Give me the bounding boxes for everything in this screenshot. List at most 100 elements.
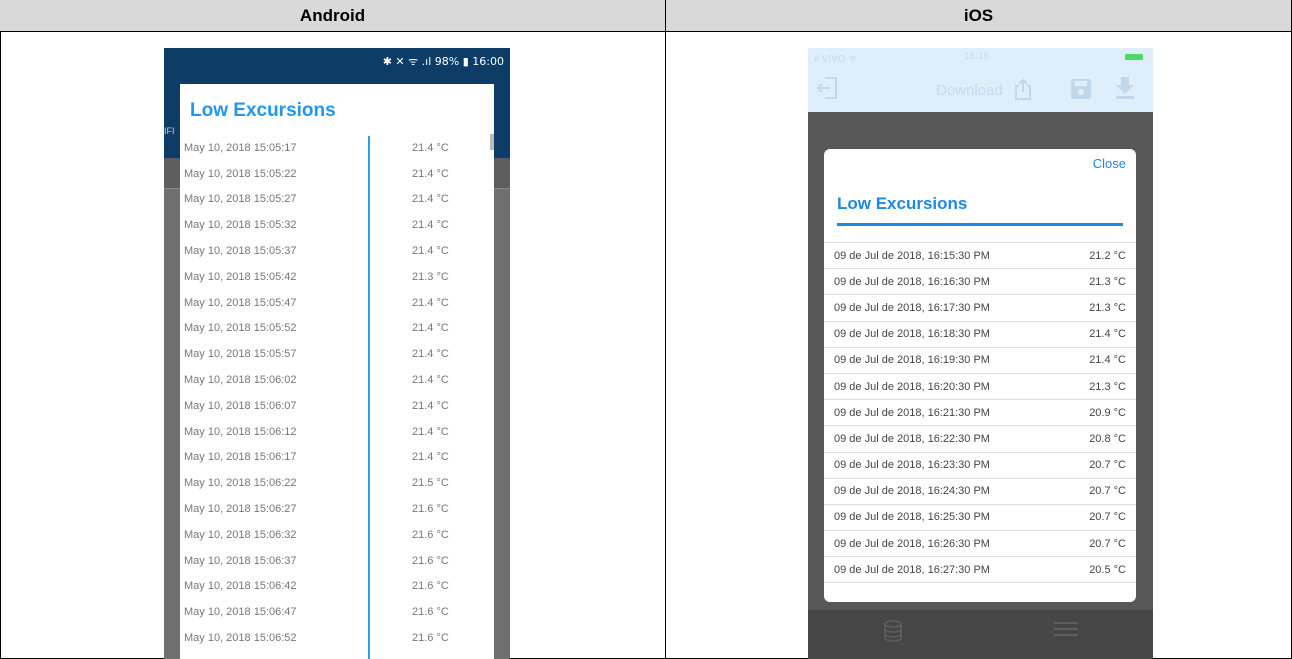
ios-dialog-title: Low Excursions — [837, 194, 968, 213]
excursion-timestamp: May 10, 2018 15:05:37 — [184, 245, 297, 258]
list-item[interactable]: May 10, 2018 15:05:52 21.4 °C — [180, 316, 494, 342]
excursion-temperature: 20.8 °C — [1089, 432, 1126, 445]
excursion-temperature: 20.7 °C — [1089, 537, 1126, 550]
excursion-timestamp: May 10, 2018 15:05:52 — [184, 322, 297, 335]
table-row[interactable]: 09 de Jul de 2018, 16:19:30 PM 21.4 °C — [824, 348, 1136, 374]
excursion-temperature: 21.3 °C — [1089, 380, 1126, 393]
excursion-timestamp: May 10, 2018 15:05:57 — [184, 348, 297, 361]
list-item[interactable]: May 10, 2018 15:05:47 21.4 °C — [180, 290, 494, 316]
excursion-timestamp: 09 de Jul de 2018, 16:16:30 PM — [834, 275, 990, 288]
list-item[interactable]: May 10, 2018 15:06:47 21.6 °C — [180, 599, 494, 625]
excursion-temperature: 21.4 °C — [412, 399, 449, 412]
ios-excursion-list[interactable]: 09 de Jul de 2018, 16:15:30 PM 21.2 °C 09 … — [824, 242, 1136, 584]
excursion-temperature: 21.4 °C — [412, 451, 449, 464]
menu-icon[interactable] — [1054, 620, 1078, 644]
column-divider — [665, 0, 666, 659]
list-item[interactable]: May 10, 2018 15:06:17 21.4 °C — [180, 445, 494, 471]
ios-low-excursions-dialog: Close Low Excursions 09 de Jul de 2018, … — [824, 149, 1136, 602]
excursion-timestamp: May 10, 2018 15:06:37 — [184, 554, 297, 567]
exit-icon[interactable] — [816, 76, 838, 106]
database-icon[interactable] — [884, 620, 902, 648]
list-item[interactable]: May 10, 2018 15:05:27 21.4 °C — [180, 187, 494, 213]
excursion-temperature: 20.7 °C — [1089, 485, 1126, 498]
excursion-timestamp: May 10, 2018 15:06:17 — [184, 451, 297, 464]
excursion-temperature: 21.4 °C — [412, 141, 449, 154]
table-row[interactable]: 09 de Jul de 2018, 16:20:30 PM 21.3 °C — [824, 374, 1136, 401]
ios-tab-bar — [808, 610, 1153, 659]
excursion-temperature: 21.4 °C — [1089, 328, 1126, 341]
excursion-timestamp: 09 de Jul de 2018, 16:20:30 PM — [834, 380, 990, 393]
excursion-temperature: 20.7 °C — [1089, 511, 1126, 524]
list-item[interactable]: May 10, 2018 15:06:07 21.4 °C — [180, 393, 494, 419]
ios-nav-title: Download — [936, 82, 1003, 99]
excursion-timestamp: May 10, 2018 15:05:22 — [184, 167, 297, 180]
table-row[interactable]: 09 de Jul de 2018, 16:25:30 PM 20.7 °C — [824, 505, 1136, 532]
save-icon[interactable] — [1070, 78, 1092, 106]
excursion-timestamp: May 10, 2018 15:05:47 — [184, 296, 297, 309]
table-row[interactable]: 09 de Jul de 2018, 16:17:30 PM 21.3 °C — [824, 295, 1136, 322]
excursion-timestamp: May 10, 2018 15:05:17 — [184, 141, 297, 154]
excursion-temperature: 21.4 °C — [412, 245, 449, 258]
list-item[interactable]: May 10, 2018 15:05:42 21.3 °C — [180, 264, 494, 290]
excursion-temperature: 21.3 °C — [1089, 301, 1126, 314]
download-icon[interactable] — [1114, 76, 1136, 106]
excursion-timestamp: May 10, 2018 15:06:02 — [184, 374, 297, 387]
table-row[interactable]: 09 de Jul de 2018, 16:27:30 PM 20.5 °C — [824, 557, 1136, 584]
android-dialog-title: Low Excursions — [190, 100, 336, 121]
excursion-temperature: 21.4 °C — [412, 219, 449, 232]
list-item[interactable]: May 10, 2018 15:05:37 21.4 °C — [180, 238, 494, 264]
list-item[interactable]: May 10, 2018 15:05:57 21.4 °C — [180, 341, 494, 367]
excursion-timestamp: May 10, 2018 15:05:27 — [184, 193, 297, 206]
list-item[interactable]: May 10, 2018 15:06:37 21.6 °C — [180, 548, 494, 574]
excursion-timestamp: May 10, 2018 15:06:32 — [184, 528, 297, 541]
table-row[interactable]: 09 de Jul de 2018, 16:26:30 PM 20.7 °C — [824, 531, 1136, 558]
excursion-timestamp: 09 de Jul de 2018, 16:18:30 PM — [834, 328, 990, 341]
list-item[interactable]: May 10, 2018 15:06:32 21.6 °C — [180, 522, 494, 548]
close-button[interactable]: Close — [1093, 156, 1126, 171]
list-item[interactable]: May 10, 2018 15:06:52 21.6 °C — [180, 625, 494, 651]
list-item[interactable]: May 10, 2018 15:05:17 21.4 °C — [180, 135, 494, 161]
excursion-timestamp: May 10, 2018 15:06:47 — [184, 606, 297, 619]
excursion-timestamp: May 10, 2018 15:06:52 — [184, 632, 297, 645]
excursion-temperature: 21.6 °C — [412, 580, 449, 593]
android-status-bar: ✱ ✕ ᯤ .ıl 98% ▮ 16:00 — [382, 55, 504, 68]
ios-screenshot: ıl VIVO ᯤ 16:16 Download Close Low Excur… — [808, 48, 1153, 659]
list-item[interactable]: May 10, 2018 15:06:22 21.5 °C — [180, 470, 494, 496]
list-item[interactable]: May 10, 2018 15:06:02 21.4 °C — [180, 367, 494, 393]
table-row[interactable]: 09 de Jul de 2018, 16:22:30 PM 20.8 °C — [824, 426, 1136, 453]
table-row[interactable]: 09 de Jul de 2018, 16:21:30 PM 20.9 °C — [824, 400, 1136, 427]
android-column-header: Android — [0, 0, 665, 32]
table-row[interactable]: 09 de Jul de 2018, 16:15:30 PM 21.2 °C — [824, 243, 1136, 270]
excursion-temperature: 21.4 °C — [412, 425, 449, 438]
excursion-timestamp: May 10, 2018 15:05:42 — [184, 270, 297, 283]
table-row[interactable]: 09 de Jul de 2018, 16:23:30 PM 20.7 °C — [824, 453, 1136, 479]
list-item[interactable]: May 10, 2018 15:06:42 21.6 °C — [180, 574, 494, 600]
excursion-temperature: 21.6 °C — [412, 606, 449, 619]
excursion-timestamp: 09 de Jul de 2018, 16:19:30 PM — [834, 354, 990, 367]
table-row[interactable]: 09 de Jul de 2018, 16:18:30 PM 21.4 °C — [824, 322, 1136, 348]
excursion-temperature: 21.4 °C — [412, 193, 449, 206]
list-item[interactable]: May 10, 2018 15:05:22 21.4 °C — [180, 161, 494, 187]
excursion-timestamp: May 10, 2018 15:05:32 — [184, 219, 297, 232]
battery-icon — [1125, 54, 1143, 60]
share-icon[interactable] — [1014, 78, 1032, 106]
excursion-temperature: 20.5 °C — [1089, 563, 1126, 576]
excursion-temperature: 21.4 °C — [1089, 354, 1126, 367]
excursion-timestamp: 09 de Jul de 2018, 16:24:30 PM — [834, 485, 990, 498]
list-item[interactable]: May 10, 2018 15:06:27 21.6 °C — [180, 496, 494, 522]
excursion-temperature: 21.2 °C — [1089, 249, 1126, 262]
excursion-temperature: 21.4 °C — [412, 374, 449, 387]
ios-time: 16:16 — [964, 51, 990, 62]
list-item[interactable]: May 10, 2018 15:05:32 21.4 °C — [180, 212, 494, 238]
excursion-temperature: 21.4 °C — [412, 167, 449, 180]
android-tab-fragment: IFI — [164, 126, 175, 136]
excursion-timestamp: 09 de Jul de 2018, 16:17:30 PM — [834, 301, 990, 314]
excursion-temperature: 20.9 °C — [1089, 406, 1126, 419]
table-row[interactable]: 09 de Jul de 2018, 16:16:30 PM 21.3 °C — [824, 269, 1136, 296]
excursion-temperature: 21.6 °C — [412, 632, 449, 645]
excursion-timestamp: 09 de Jul de 2018, 16:27:30 PM — [834, 563, 990, 576]
android-excursion-list[interactable]: May 10, 2018 15:05:17 21.4 °C May 10, 2018… — [180, 135, 494, 651]
list-item[interactable]: May 10, 2018 15:06:12 21.4 °C — [180, 419, 494, 445]
table-row[interactable]: 09 de Jul de 2018, 16:24:30 PM 20.7 °C — [824, 479, 1136, 505]
android-low-excursions-dialog: Low Excursions May 10, 2018 15:05:17 21.4… — [180, 84, 494, 659]
